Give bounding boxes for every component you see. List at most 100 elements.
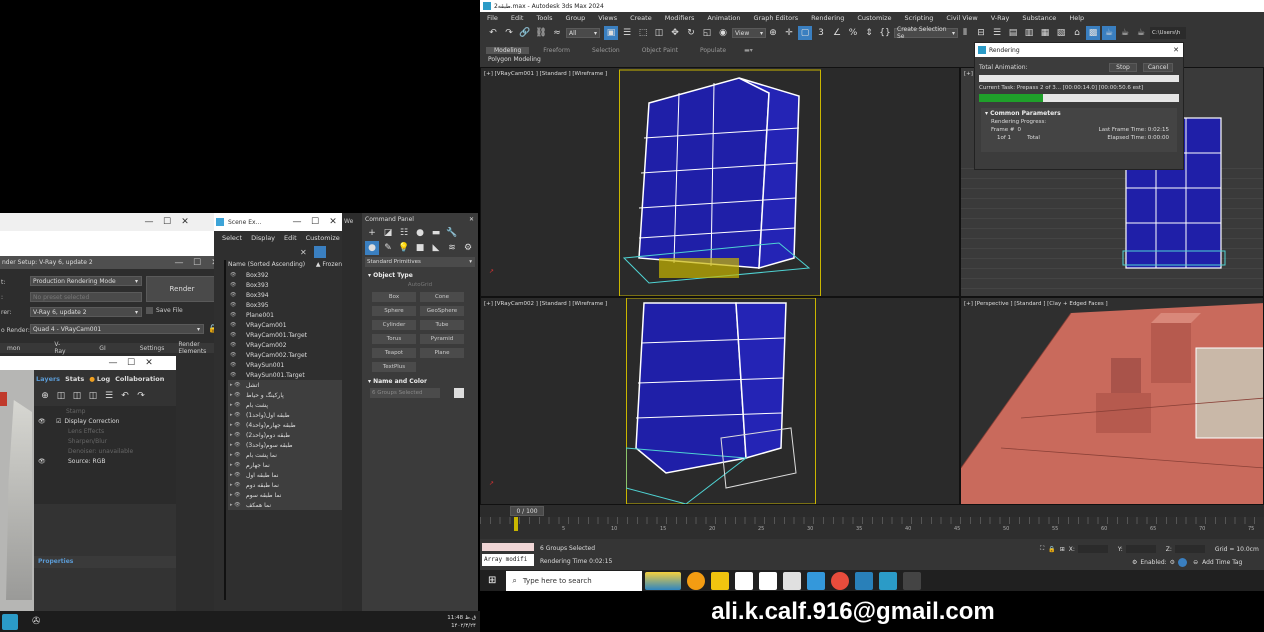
select-object-icon[interactable]: ▣: [604, 26, 618, 40]
layer-source[interactable]: 👁 Source: RGB: [34, 456, 176, 466]
scene-row[interactable]: ▸ 👁 نما جهارم: [228, 460, 342, 470]
menu-item[interactable]: V-Ray: [991, 14, 1010, 22]
minimize-icon[interactable]: —: [170, 258, 188, 268]
clock-date[interactable]: 1۴۰۲/۳/۲۴: [447, 622, 476, 630]
create-textplus-button[interactable]: TextPlus: [372, 362, 416, 372]
cancel-button[interactable]: Cancel: [1143, 63, 1173, 72]
close-icon[interactable]: ✕: [1173, 46, 1179, 54]
toggle-ribbon-icon[interactable]: ▤: [1006, 26, 1020, 40]
scene-row[interactable]: ▸ 👁 نما طبقه دوم: [228, 480, 342, 490]
create-pyramid-button[interactable]: Pyramid: [420, 334, 464, 344]
status-dot-icon[interactable]: [1178, 558, 1188, 567]
stop-button[interactable]: Stop: [1109, 63, 1137, 72]
eye-icon[interactable]: ▸ 👁: [230, 412, 246, 418]
tab-collaboration[interactable]: Collaboration: [115, 375, 164, 383]
absolute-mode-icon[interactable]: ⊞: [1060, 546, 1065, 553]
taskbar-search[interactable]: ⌕ Type here to search: [506, 570, 643, 591]
eye-icon[interactable]: ▸ 👁: [230, 392, 246, 398]
maximize-icon[interactable]: ☐: [158, 217, 176, 227]
placement-icon[interactable]: ◉: [716, 26, 730, 40]
render-iterative-icon[interactable]: ☕: [1118, 26, 1132, 40]
eye-icon[interactable]: ▸ 👁: [230, 482, 246, 488]
close-icon[interactable]: ✕: [140, 358, 158, 368]
viewport-label[interactable]: [+] [VRayCam001 ] [Standard ] [Wireframe…: [484, 71, 607, 77]
create-cone-button[interactable]: Cone: [420, 292, 464, 302]
lights-icon[interactable]: 💡: [397, 241, 411, 255]
scene-row[interactable]: 👁 Box393: [228, 280, 342, 290]
eye-icon[interactable]: ▸ 👁: [230, 452, 246, 458]
column-frozen-header[interactable]: ▲ Frozen: [316, 261, 342, 268]
create-sphere-button[interactable]: Sphere: [372, 306, 416, 316]
vray-taskbar-icon[interactable]: [903, 571, 922, 590]
layer-icon[interactable]: ◫: [54, 389, 68, 403]
menu-item[interactable]: Create: [630, 14, 652, 22]
y-coord-input[interactable]: [1125, 545, 1156, 553]
save-file-checkbox[interactable]: Save File: [146, 307, 183, 314]
tab-layers[interactable]: Layers: [36, 375, 60, 383]
ribbon-tab-freeform[interactable]: Freeform: [543, 47, 570, 54]
eye-icon[interactable]: ▸ 👁: [230, 382, 246, 388]
gear-icon[interactable]: ⚙: [1170, 559, 1175, 566]
layer-stamp[interactable]: Stamp: [34, 406, 176, 416]
tab-gi[interactable]: GI: [92, 345, 112, 352]
scene-row[interactable]: 👁 VRayCam002.Target: [228, 350, 342, 360]
ribbon-tab-modeling[interactable]: Modeling: [486, 46, 530, 54]
eye-icon[interactable]: 👁: [230, 372, 246, 378]
create-geosphere-button[interactable]: GeoSphere: [420, 306, 464, 316]
scene-row[interactable]: 👁 VRaySun001.Target: [228, 370, 342, 380]
eye-icon[interactable]: ▸ 👁: [230, 422, 246, 428]
scene-row[interactable]: ▸ 👁 پشت بام: [228, 400, 342, 410]
menu-item[interactable]: Edit: [511, 14, 524, 22]
move-icon[interactable]: ✥: [668, 26, 682, 40]
tab-stats[interactable]: Stats: [65, 375, 84, 383]
menu-item[interactable]: Graph Editors: [754, 14, 799, 22]
search-highlight-icon[interactable]: [645, 571, 682, 590]
curve-editor-icon[interactable]: ▥: [1022, 26, 1036, 40]
manipulate-icon[interactable]: ✛: [782, 26, 796, 40]
maximize-icon[interactable]: ☐: [306, 217, 324, 227]
menu-item[interactable]: Group: [566, 14, 586, 22]
eye-icon[interactable]: 👁: [230, 292, 246, 298]
scene-row[interactable]: ▸ 👁 طبقه دوم(واحد2): [228, 430, 342, 440]
tab-common[interactable]: mon: [0, 345, 27, 352]
percent-snap-icon[interactable]: %: [846, 26, 860, 40]
render-options-icon[interactable]: ☕: [1134, 26, 1148, 40]
scene-row[interactable]: 👁 VRayCam001: [228, 320, 342, 330]
hierarchy-tab-icon[interactable]: ☷: [397, 226, 411, 240]
helpers-icon[interactable]: ◣: [429, 241, 443, 255]
menu-item[interactable]: Views: [598, 14, 617, 22]
ribbon-tab-populate[interactable]: Populate: [700, 47, 726, 54]
eye-icon[interactable]: ▸ 👁: [230, 502, 246, 508]
viewport-label[interactable]: [+] [VRayCam002 ] [Standard ] [Wireframe…: [484, 301, 607, 307]
edit-named-selection-icon[interactable]: {}: [878, 26, 892, 40]
menu-item[interactable]: Substance: [1022, 14, 1056, 22]
schematic-view-icon[interactable]: ▦: [1038, 26, 1052, 40]
isolate-icon[interactable]: ⛶: [1040, 545, 1044, 553]
layer-icon[interactable]: ◫: [70, 389, 84, 403]
tab-log[interactable]: Log: [97, 375, 110, 383]
filter-icon[interactable]: [314, 246, 326, 258]
menu-item[interactable]: Help: [1069, 14, 1084, 22]
eye-icon[interactable]: 👁: [230, 332, 246, 338]
render-button[interactable]: Render: [146, 276, 218, 302]
maxscript-input[interactable]: Array modifi: [482, 554, 534, 566]
systems-icon[interactable]: ⚙: [461, 241, 475, 255]
time-slider-track[interactable]: 0 / 100: [480, 505, 1264, 517]
object-name-input[interactable]: 6 Groups Selected: [370, 388, 440, 398]
eye-icon[interactable]: ▸ 👁: [230, 462, 246, 468]
project-path[interactable]: C:\Users\h: [1150, 27, 1186, 39]
minimize-icon[interactable]: —: [104, 358, 122, 368]
cameras-icon[interactable]: ■: [413, 241, 427, 255]
scene-row[interactable]: 👁 VRaySun001: [228, 360, 342, 370]
ribbon-tab-object-paint[interactable]: Object Paint: [642, 47, 678, 54]
ribbon-options-icon[interactable]: ▬▾: [744, 47, 753, 54]
redo-icon[interactable]: ↷: [502, 26, 516, 40]
undo-icon[interactable]: ↶: [118, 389, 132, 403]
ribbon-polygon-modeling[interactable]: Polygon Modeling: [488, 56, 541, 63]
menu-item[interactable]: Tools: [536, 14, 552, 22]
window-crossing-icon[interactable]: ◫: [652, 26, 666, 40]
selection-filter-dropdown[interactable]: All ▾: [566, 28, 600, 38]
3dsmax-taskbar-icon[interactable]: [879, 571, 898, 590]
eye-icon[interactable]: ▸ 👁: [230, 402, 246, 408]
spacewarps-icon[interactable]: ≋: [445, 241, 459, 255]
